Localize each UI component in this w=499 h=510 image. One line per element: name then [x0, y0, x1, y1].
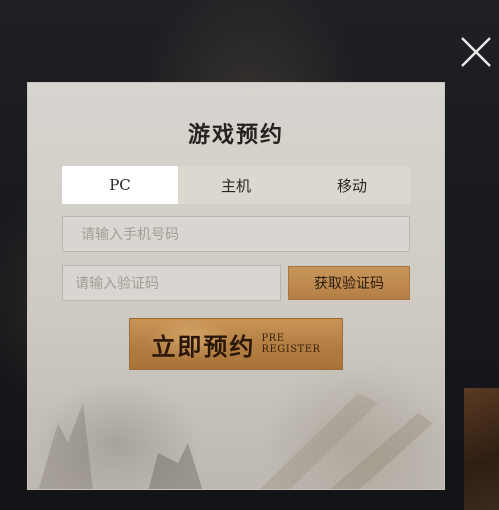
close-icon	[461, 37, 491, 67]
pre-register-sublabel: PRE REGISTER	[261, 333, 320, 355]
background-scene-decoration	[38, 393, 433, 489]
phone-number-input[interactable]	[62, 216, 410, 252]
pre-register-label: 立即预约	[151, 331, 256, 361]
close-button[interactable]	[456, 32, 496, 72]
get-code-button[interactable]: 获取验证码	[288, 266, 410, 300]
verification-code-input[interactable]	[62, 265, 281, 301]
tab-mobile[interactable]: 移动	[294, 166, 410, 204]
pre-register-button[interactable]: 立即预约 PRE REGISTER	[129, 318, 343, 370]
tab-pc[interactable]: PC	[62, 166, 178, 204]
pre-register-sub-line2: REGISTER	[261, 344, 321, 355]
modal-title: 游戏预约	[187, 122, 284, 148]
pre-register-sub-line1: PRE	[261, 333, 285, 344]
platform-tabs: PC 主机 移动	[62, 166, 410, 204]
side-thumbnail[interactable]	[464, 388, 499, 510]
tab-console[interactable]: 主机	[178, 166, 294, 204]
pre-register-modal: 游戏预约 PC 主机 移动 获取验证码 立即预约 PRE REGISTER	[27, 82, 445, 490]
